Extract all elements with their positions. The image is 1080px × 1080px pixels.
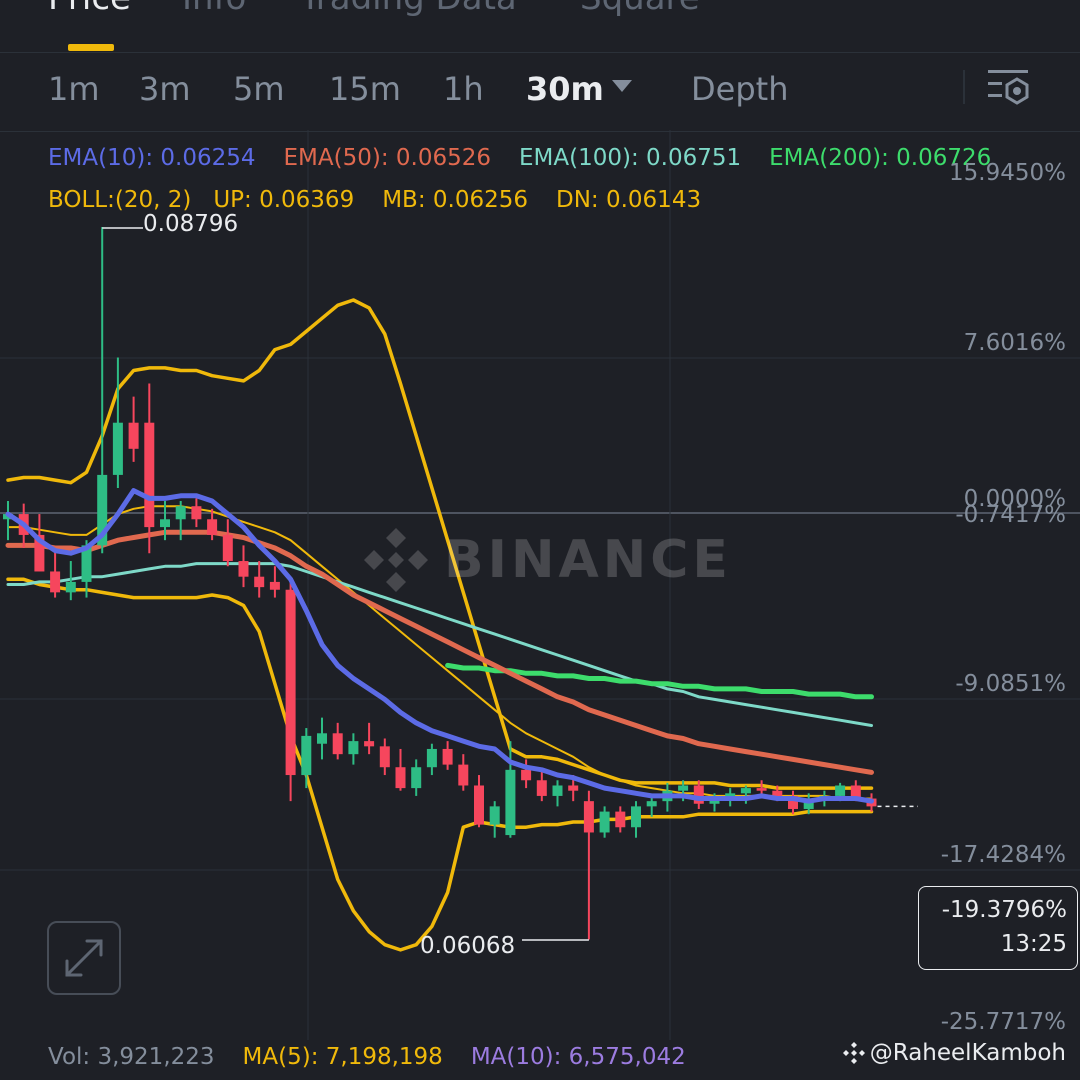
- candle-body: [301, 735, 312, 776]
- series-line-ema-200-: [445, 662, 874, 700]
- author-handle: @RaheelKamboh: [869, 1040, 1066, 1066]
- active-tab-indicator: [68, 44, 114, 51]
- watermark: BINANCE: [360, 524, 732, 596]
- interval-1h[interactable]: 1h: [443, 70, 484, 108]
- candle-body: [379, 746, 390, 768]
- boll-dn-value: DN: 0.06143: [556, 187, 702, 213]
- ema-legend: EMA(10): 0.06254 EMA(50): 0.06526 EMA(100)…: [48, 145, 1019, 171]
- candle-body: [835, 785, 846, 796]
- top-tabs: Price Info Trading Data Square: [0, 0, 1080, 52]
- high-price-label: 0.08796: [143, 211, 239, 237]
- candle-body: [615, 811, 626, 828]
- candle-body: [599, 811, 610, 833]
- watermark-text: BINANCE: [444, 530, 732, 590]
- candle-body: [175, 506, 186, 520]
- candle-body: [317, 733, 327, 744]
- interval-3m[interactable]: 3m: [139, 70, 191, 108]
- axis-label: -17.4284%: [940, 842, 1066, 868]
- chart-settings-icon[interactable]: [986, 68, 1032, 108]
- candle-body: [772, 790, 783, 796]
- series-line-boll-dn: [6, 577, 874, 952]
- expand-icon: [65, 939, 103, 977]
- boll-up-value: UP: 0.06369: [213, 187, 355, 213]
- tab-price[interactable]: Price: [48, 0, 131, 18]
- candle-body: [521, 769, 532, 781]
- candle-body: [411, 767, 422, 789]
- toolbar-separator: [963, 70, 965, 104]
- axis-label: 15.9450%: [949, 160, 1066, 186]
- candle-body: [678, 785, 689, 791]
- candle-body: [160, 519, 170, 528]
- candle-body: [756, 788, 767, 791]
- candle-body: [536, 780, 547, 796]
- volume-value: Vol: 3,921,223: [48, 1044, 215, 1070]
- boll-mb-value: MB: 0.06256: [382, 187, 528, 213]
- candle-body: [474, 785, 484, 825]
- interval-30m[interactable]: 30m: [526, 70, 604, 108]
- candle-body: [348, 741, 359, 755]
- candle-body: [568, 785, 579, 791]
- author-credit: @RaheelKamboh: [842, 1040, 1066, 1066]
- candle-body: [238, 561, 249, 577]
- candle-body: [631, 806, 641, 828]
- candle-body: [693, 785, 704, 804]
- candle-body: [144, 422, 155, 528]
- candle-body: [112, 422, 123, 475]
- current-price-box: -19.3796% 13:25: [918, 886, 1078, 970]
- candle-body: [426, 748, 437, 768]
- ema100-value: EMA(100): 0.06751: [519, 145, 742, 171]
- candle-body: [395, 767, 406, 789]
- candle-body: [269, 581, 280, 590]
- candle-body: [489, 806, 500, 825]
- low-price-label: 0.06068: [420, 933, 516, 959]
- binance-square-icon: [842, 1042, 865, 1064]
- axis-label: -25.7717%: [940, 1009, 1066, 1035]
- binance-logo-icon: [364, 528, 428, 592]
- boll-params: BOLL:(20, 2): [48, 187, 192, 213]
- chevron-down-icon[interactable]: [612, 80, 632, 92]
- tab-trading-data[interactable]: Trading Data: [300, 0, 517, 18]
- candle-body: [458, 764, 469, 786]
- volume-ma5: MA(5): 7,198,198: [242, 1044, 443, 1070]
- candle-body: [552, 785, 563, 796]
- candle-body: [364, 741, 375, 747]
- interval-15m[interactable]: 15m: [329, 70, 401, 108]
- candle-body: [332, 733, 343, 755]
- ema50-value: EMA(50): 0.06526: [283, 145, 492, 171]
- volume-ma10: MA(10): 6,575,042: [470, 1044, 686, 1070]
- tab-square[interactable]: Square: [580, 0, 700, 18]
- candle-body: [50, 571, 61, 593]
- candle-body: [222, 534, 233, 562]
- interval-5m[interactable]: 5m: [233, 70, 285, 108]
- candle-body: [254, 576, 265, 588]
- candle-body: [191, 506, 202, 520]
- candle-countdown: 13:25: [1000, 931, 1067, 957]
- boll-legend: BOLL:(20, 2) UP: 0.06369 MB: 0.06256 DN: 0.…: [48, 187, 729, 213]
- axis-label: 7.6016%: [963, 330, 1066, 356]
- fullscreen-button[interactable]: [47, 921, 121, 995]
- candle-body: [128, 422, 139, 449]
- volume-legend: Vol: 3,921,223 MA(5): 7,198,198 MA(10): 6,…: [48, 1044, 714, 1070]
- axis-label: -0.7417%: [955, 502, 1066, 528]
- candle-body: [65, 581, 76, 593]
- axis-label: -9.0851%: [955, 671, 1066, 697]
- tab-info[interactable]: Info: [182, 0, 246, 18]
- candle-body: [583, 801, 594, 833]
- tabs-divider: [0, 52, 1080, 53]
- candle-body: [505, 769, 516, 836]
- candle-body: [285, 589, 296, 776]
- candle-body: [646, 801, 657, 807]
- ema10-value: EMA(10): 0.06254: [48, 145, 256, 171]
- candle-body: [207, 519, 218, 535]
- interval-1m[interactable]: 1m: [48, 70, 100, 108]
- interval-depth[interactable]: Depth: [691, 70, 788, 108]
- current-change-pct: -19.3796%: [941, 897, 1067, 923]
- candle-body: [442, 748, 453, 765]
- candle-body: [740, 788, 751, 794]
